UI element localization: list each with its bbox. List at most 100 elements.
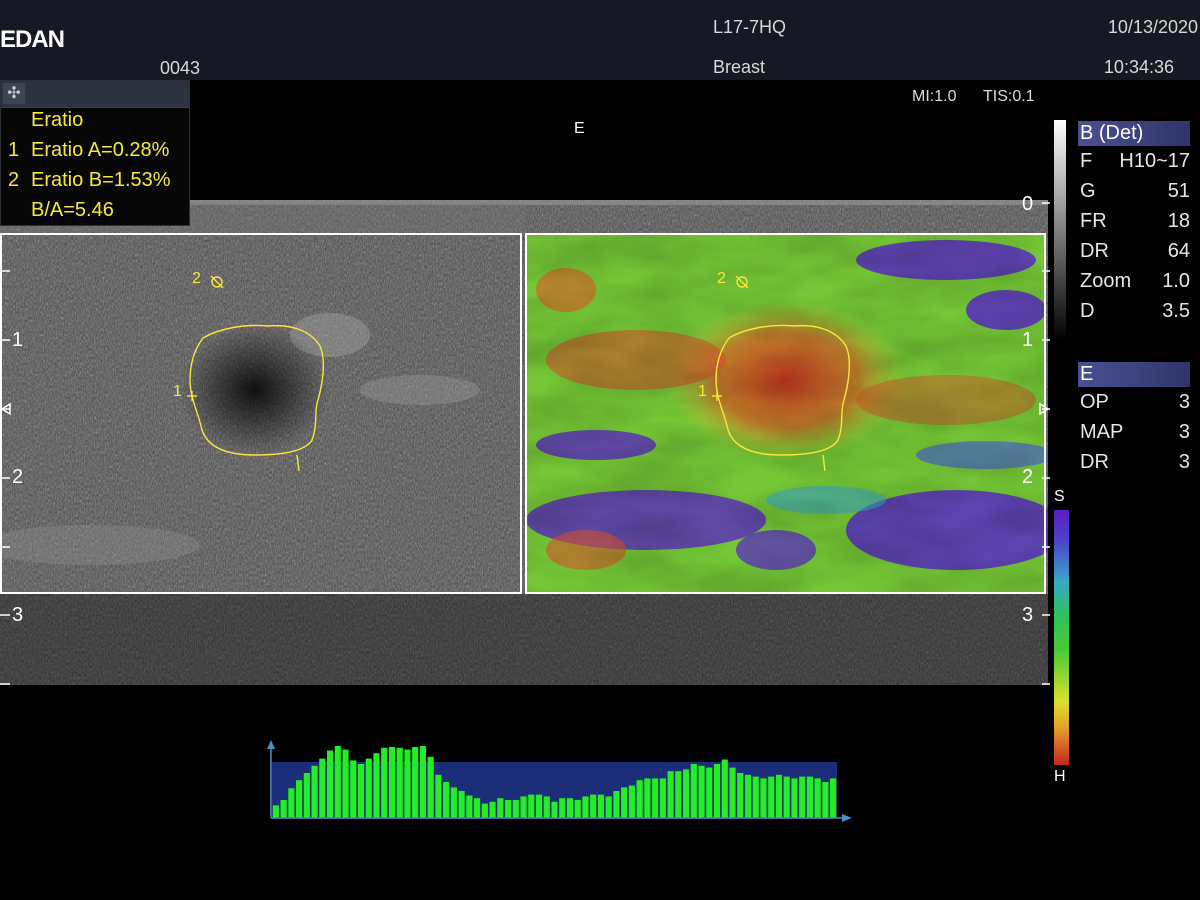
histogram-bar xyxy=(551,801,558,818)
param-value: 51 xyxy=(1167,180,1190,202)
histogram-bar xyxy=(319,758,326,818)
param-value: 3 xyxy=(1178,421,1190,443)
param-value: 3.5 xyxy=(1162,300,1190,322)
histogram-bar xyxy=(659,778,666,818)
histogram-bar xyxy=(744,774,752,818)
histogram-bar xyxy=(628,785,635,818)
depth-label-1-left: 1 xyxy=(12,329,24,351)
histogram-bar xyxy=(350,760,357,818)
param-label: DR xyxy=(1080,240,1109,262)
colorbar-hard-label: H xyxy=(1054,768,1066,785)
histogram-bar xyxy=(365,758,372,818)
param-label: OP xyxy=(1080,391,1109,413)
histogram-bar xyxy=(621,787,628,818)
histogram-bar xyxy=(652,778,659,818)
histogram-bar xyxy=(489,801,496,818)
param-value: 64 xyxy=(1167,240,1190,262)
compression-quality-histogram xyxy=(267,740,852,822)
param-label: Zoom xyxy=(1080,270,1132,292)
histogram-bar xyxy=(698,765,705,818)
histogram-bar xyxy=(474,798,481,818)
param-label: D xyxy=(1080,300,1095,322)
histogram-bar xyxy=(450,787,457,818)
histogram-bar xyxy=(667,771,674,818)
measurement-panel-titlebar[interactable]: ✣ xyxy=(1,81,189,108)
histogram-bar xyxy=(574,800,581,818)
measurement-index-1: 1 xyxy=(8,139,20,161)
depth-label-3-right: 3 xyxy=(1022,604,1034,626)
eratio-a-value: Eratio A=0.28% xyxy=(31,139,170,161)
histogram-bar xyxy=(775,774,783,818)
histogram-bar xyxy=(435,774,442,818)
param-label: G xyxy=(1080,180,1096,202)
e-mode-section-title[interactable]: E xyxy=(1078,362,1190,387)
param-value: H10~17 xyxy=(1119,150,1190,172)
param-value: 3 xyxy=(1178,451,1190,473)
histogram-bar xyxy=(721,759,728,818)
param-value: 3 xyxy=(1178,391,1190,413)
histogram-bar xyxy=(388,746,396,818)
histogram-bar xyxy=(326,750,334,818)
histogram-bar xyxy=(458,791,465,818)
histogram-bar xyxy=(303,773,310,818)
axis-arrow-icon xyxy=(267,740,275,749)
histogram-bar xyxy=(466,795,473,818)
histogram-bar xyxy=(296,780,303,818)
axis-arrow-icon xyxy=(842,814,852,822)
histogram-bar xyxy=(706,767,713,818)
histogram-bar xyxy=(396,747,403,818)
histogram-bar xyxy=(535,794,543,818)
histogram-bar xyxy=(512,800,519,818)
move-cross-icon[interactable]: ✣ xyxy=(3,83,25,104)
histogram-bar xyxy=(783,776,790,818)
histogram-bar xyxy=(791,778,798,818)
depth-label-2-left: 2 xyxy=(12,466,24,488)
histogram-bar xyxy=(636,780,643,818)
histogram-bar xyxy=(559,798,566,818)
histogram-bar xyxy=(528,794,535,818)
param-label: F xyxy=(1080,150,1093,172)
histogram-bar xyxy=(504,800,512,818)
histogram-bar xyxy=(334,746,341,818)
param-label: FR xyxy=(1080,210,1107,232)
histogram-bar xyxy=(597,794,605,818)
colorbar-soft-label: S xyxy=(1054,488,1065,505)
grayscale-bar xyxy=(1054,120,1066,340)
histogram-bar xyxy=(768,776,775,818)
histogram-bar xyxy=(404,749,411,818)
histogram-bar xyxy=(373,753,380,818)
histogram-bar xyxy=(342,749,349,818)
b-mode-section-title[interactable]: B (Det) xyxy=(1078,121,1190,146)
histogram-bar xyxy=(427,756,434,818)
histogram-bar xyxy=(520,796,527,818)
histogram-bar xyxy=(419,746,426,818)
histogram-bar xyxy=(280,800,287,818)
measurement-panel: ✣ Eratio 1 Eratio A=0.28% 2 Eratio B=1.5… xyxy=(0,80,190,226)
histogram-bar xyxy=(675,771,682,818)
histogram-bar xyxy=(497,798,504,818)
depth-label-0-right: 0 xyxy=(1022,193,1034,215)
histogram-bar xyxy=(566,798,574,818)
param-label: MAP xyxy=(1080,421,1124,443)
histogram-bar xyxy=(713,764,721,818)
histogram-bar xyxy=(590,794,597,818)
histogram-bar xyxy=(830,778,837,818)
elasto-orientation-marker: E xyxy=(574,120,585,137)
ba-ratio-value: B/A=5.46 xyxy=(31,199,114,221)
histogram-bar xyxy=(729,767,736,818)
param-value: 1.0 xyxy=(1162,270,1190,292)
exam-time: 10:34:36 xyxy=(1103,57,1174,77)
histogram-bar xyxy=(582,796,589,818)
eratio-b-value: Eratio B=1.53% xyxy=(31,169,171,191)
depth-scale xyxy=(0,202,1050,685)
histogram-bar xyxy=(760,778,767,818)
histogram-bar xyxy=(752,776,759,818)
histogram-bar xyxy=(690,764,697,818)
histogram-bar xyxy=(683,769,690,818)
histogram-bar xyxy=(806,776,813,818)
histogram-bar xyxy=(481,803,488,818)
histogram-bar xyxy=(543,796,550,818)
histogram-bar xyxy=(737,773,744,818)
histogram-bar xyxy=(311,765,318,818)
histogram-bar xyxy=(799,776,806,818)
